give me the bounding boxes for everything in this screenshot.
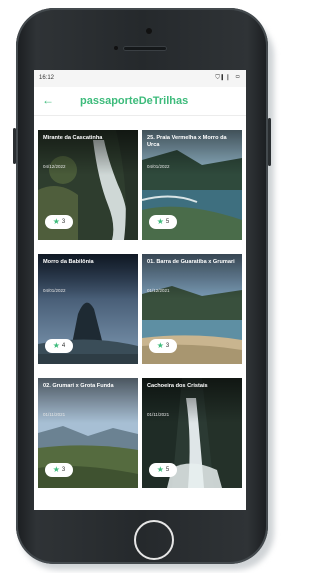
status-time: 16:12 xyxy=(39,75,55,81)
rating-value: 3 xyxy=(61,219,66,225)
rating-value: 3 xyxy=(165,343,170,349)
status-icons: ⛉ ▎▏ ▭ xyxy=(215,75,240,81)
earpiece-speaker xyxy=(123,46,167,51)
proximity-sensor xyxy=(114,46,118,50)
trail-date: 04/12/2022 xyxy=(43,164,66,169)
rating-badge: ★ 4 xyxy=(45,339,73,353)
trail-card[interactable]: 02. Grumari x Grota Funda 01/11/2021 ★ 3 xyxy=(38,378,138,488)
trail-title: Mirante da Cascatinha xyxy=(43,135,103,141)
trail-title: Morro da Babilônia xyxy=(43,259,94,265)
status-bar: 16:12 ⛉ ▎▏ ▭ xyxy=(34,70,246,87)
rating-badge: ★ 3 xyxy=(45,215,73,229)
trail-title: Cachoeira dos Cristais xyxy=(147,383,208,389)
phone-screen: 16:12 ⛉ ▎▏ ▭ ← passaporteDeTrilhas Miran… xyxy=(34,70,246,510)
trail-date: 04/01/2022 xyxy=(147,164,170,169)
back-arrow-icon[interactable]: ← xyxy=(42,93,54,107)
rating-badge: ★ 3 xyxy=(45,463,73,477)
app-bar: ← passaporteDeTrilhas xyxy=(34,87,246,116)
trail-date: 01/12/2021 xyxy=(147,288,170,293)
trail-title: 25. Praia Vermelha x Morro da Urca xyxy=(147,135,227,148)
trail-date: 04/01/2022 xyxy=(43,288,66,293)
rating-badge: ★ 5 xyxy=(149,463,177,477)
rating-badge: ★ 5 xyxy=(149,215,177,229)
star-icon: ★ xyxy=(52,465,60,474)
rating-badge: ★ 3 xyxy=(149,339,177,353)
trail-title: 02. Grumari x Grota Funda xyxy=(43,383,114,389)
rating-value: 5 xyxy=(165,467,170,473)
rating-value: 3 xyxy=(61,467,66,473)
trail-card[interactable]: Cachoeira dos Cristais 01/11/2021 ★ 5 xyxy=(142,378,242,488)
trail-card[interactable]: Morro da Babilônia 04/01/2022 ★ 4 xyxy=(38,254,138,364)
star-icon: ★ xyxy=(52,341,60,350)
power-button xyxy=(268,118,271,166)
star-icon: ★ xyxy=(156,341,164,350)
trail-title: 01. Barra de Guaratiba x Grumari xyxy=(147,259,235,265)
star-icon: ★ xyxy=(156,217,164,226)
trail-card[interactable]: 25. Praia Vermelha x Morro da Urca 04/01… xyxy=(142,130,242,240)
home-button[interactable] xyxy=(134,520,174,560)
volume-button xyxy=(13,128,16,164)
trail-card[interactable]: 01. Barra de Guaratiba x Grumari 01/12/2… xyxy=(142,254,242,364)
star-icon: ★ xyxy=(52,217,60,226)
trail-card[interactable]: Mirante da Cascatinha 04/12/2022 ★ 3 xyxy=(38,130,138,240)
trail-date: 01/11/2021 xyxy=(43,412,66,417)
rating-value: 4 xyxy=(61,343,66,349)
star-icon: ★ xyxy=(156,465,164,474)
rating-value: 5 xyxy=(165,219,170,225)
front-camera xyxy=(146,28,152,34)
app-title: passaporteDeTrilhas xyxy=(80,95,189,107)
trail-date: 01/11/2021 xyxy=(147,412,170,417)
